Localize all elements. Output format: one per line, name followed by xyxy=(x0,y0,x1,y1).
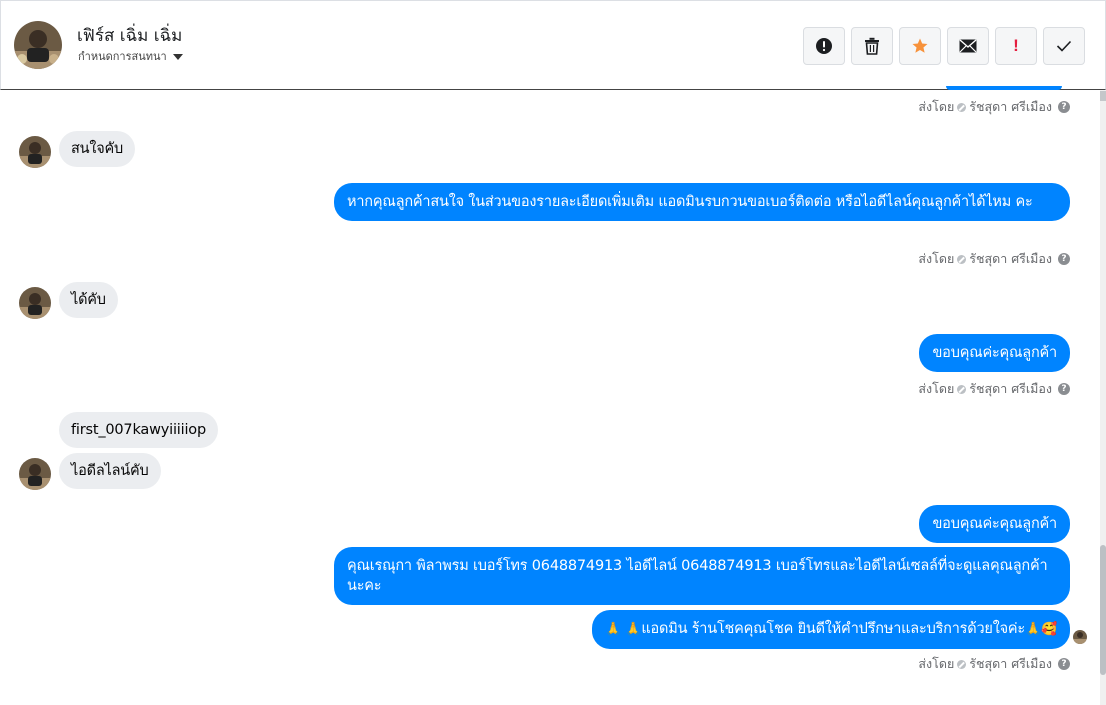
help-icon[interactable]: ? xyxy=(1058,101,1070,113)
sent-by-agent[interactable]: รัชสุดา ศรีเมือง xyxy=(969,654,1052,674)
incoming-message[interactable]: ไอดีลไลน์คับ xyxy=(59,453,161,489)
scrollbar-top-marker xyxy=(1100,91,1106,101)
sent-by-row: ส่งโดย รัชสุดา ศรีเมือง ? xyxy=(918,97,1070,117)
contact-avatar-small[interactable] xyxy=(19,287,51,319)
exclamation-icon: ! xyxy=(1013,36,1019,55)
star-button[interactable] xyxy=(899,27,941,65)
help-icon[interactable]: ? xyxy=(1058,383,1070,395)
schedule-label: กำหนดการสนทนา xyxy=(78,50,167,63)
mark-done-button[interactable] xyxy=(1043,27,1085,65)
outgoing-message[interactable]: 🙏 🙏แอดมิน ร้านโชคคุณโชค ยินดีให้คำปรึกษา… xyxy=(591,610,1070,649)
sent-by-row: ส่งโดย รัชสุดา ศรีเมือง ? xyxy=(918,379,1070,399)
smiling-hearts-emoji: 🥰 xyxy=(1041,622,1057,637)
conversation-header: เฟิร์ส เฉิ่ม เฉิ่ม กำหนดการสนทนา ! xyxy=(0,0,1106,90)
report-button[interactable] xyxy=(803,27,845,65)
contact-name[interactable]: เฟิร์ส เฉิ่ม เฉิ่ม xyxy=(77,22,182,49)
sent-by-agent[interactable]: รัชสุดา ศรีเมือง xyxy=(969,249,1052,269)
envelope-icon xyxy=(959,39,977,53)
sent-by-row: ส่งโดย รัชสุดา ศรีเมือง ? xyxy=(918,249,1070,269)
agent-status-icon xyxy=(957,102,967,112)
follow-up-button[interactable]: ! xyxy=(995,27,1037,65)
sent-by-prefix: ส่งโดย xyxy=(918,656,955,671)
scrollbar-thumb[interactable] xyxy=(1100,545,1106,675)
sent-by-prefix: ส่งโดย xyxy=(918,99,955,114)
star-icon xyxy=(912,38,928,53)
caret-down-icon xyxy=(172,54,183,60)
agent-status-icon xyxy=(957,659,967,669)
conversation-toolbar: ! xyxy=(803,27,1085,65)
message-text: แอดมิน ร้านโชคคุณโชค ยินดีให้คำปรึกษาและ… xyxy=(641,621,1025,637)
agent-status-icon xyxy=(957,384,967,394)
agent-status-icon xyxy=(957,254,967,264)
help-icon[interactable]: ? xyxy=(1058,658,1070,670)
sent-by-prefix: ส่งโดย xyxy=(918,251,955,266)
contact-avatar-small[interactable] xyxy=(19,458,51,490)
outgoing-message[interactable]: ขอบคุณค่ะคุณลูกค้า xyxy=(919,334,1070,372)
delete-button[interactable] xyxy=(851,27,893,65)
folded-hands-emoji: 🙏 xyxy=(625,622,642,637)
contact-avatar-small[interactable] xyxy=(19,136,51,168)
sent-by-prefix: ส่งโดย xyxy=(918,381,955,396)
folded-hands-emoji: 🙏 xyxy=(1025,622,1041,637)
sent-by-agent[interactable]: รัชสุดา ศรีเมือง xyxy=(969,379,1052,399)
outgoing-message[interactable]: หากคุณลูกค้าสนใจ ในส่วนของรายละเอียดเพิ่… xyxy=(334,183,1070,221)
trash-icon xyxy=(865,37,879,55)
mark-unread-button[interactable] xyxy=(947,27,989,65)
folded-hands-emoji: 🙏 xyxy=(604,622,621,637)
incoming-message[interactable]: สนใจคับ xyxy=(59,131,136,167)
help-icon[interactable]: ? xyxy=(1058,253,1070,265)
outgoing-message[interactable]: คุณเรณุกา พิลาพรม เบอร์โทร 0648874913 ไอ… xyxy=(334,547,1070,605)
sent-by-agent[interactable]: รัชสุดา ศรีเมือง xyxy=(969,97,1052,117)
outgoing-message[interactable]: ขอบคุณค่ะคุณลูกค้า xyxy=(919,505,1070,543)
incoming-message[interactable]: ได้คับ xyxy=(59,282,118,318)
previous-message-bubble xyxy=(946,86,1062,90)
incoming-message[interactable]: first_007kawyiiiiiop xyxy=(59,412,218,448)
contact-avatar[interactable] xyxy=(14,21,62,69)
sent-by-row: ส่งโดย รัชสุดา ศรีเมือง ? xyxy=(918,654,1070,674)
check-icon xyxy=(1056,40,1072,52)
schedule-dropdown[interactable]: กำหนดการสนทนา xyxy=(78,47,183,65)
seen-avatar xyxy=(1073,630,1087,644)
alert-circle-icon xyxy=(816,38,832,54)
